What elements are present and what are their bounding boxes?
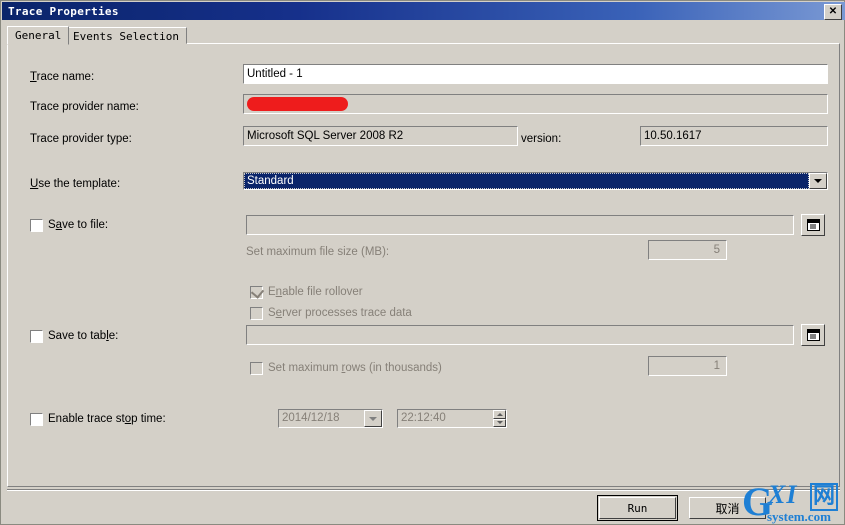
spinner-buttons — [493, 410, 506, 427]
tab-events-selection[interactable]: Events Selection — [65, 27, 187, 44]
save-to-table-input — [246, 325, 794, 345]
window-title: Trace Properties — [8, 4, 119, 18]
version-value: 10.50.1617 — [640, 126, 828, 146]
max-file-size-label: Set maximum file size (MB): — [246, 246, 390, 258]
footer-separator — [7, 489, 840, 491]
server-processes-trace-data-checkbox: Server processes trace data — [250, 306, 412, 320]
trace-provider-name-label: Trace provider name: — [30, 101, 139, 113]
folder-icon — [806, 329, 820, 341]
folder-icon — [806, 219, 820, 231]
enable-trace-stop-time-checkbox[interactable]: Enable trace stop time: — [30, 412, 166, 426]
template-selected-value: Standard — [244, 173, 809, 189]
enable-file-rollover-checkbox: Enable file rollover — [250, 284, 363, 299]
spinner-down-icon — [493, 418, 506, 427]
trace-name-input[interactable]: Untitled - 1 — [243, 64, 828, 84]
template-combobox[interactable]: Standard — [243, 172, 828, 190]
checkbox-box — [250, 284, 265, 299]
spinner-up-icon — [493, 410, 506, 419]
trace-name-label: Trace name: — [30, 71, 95, 83]
stop-date-picker: 2014/12/18 — [278, 409, 383, 428]
general-tab-panel: Trace name: Untitled - 1 Trace provider … — [7, 43, 840, 487]
stop-date-value: 2014/12/18 — [279, 410, 364, 427]
max-file-size-input: 5 — [648, 240, 727, 260]
trace-provider-type-input: Microsoft SQL Server 2008 R2 — [243, 126, 518, 146]
calendar-chevron-down-icon — [364, 410, 382, 427]
checkbox-box[interactable] — [30, 412, 43, 426]
watermark-subtitle: system.com — [767, 509, 831, 524]
stop-time-spinner: 22:12:40 — [397, 409, 507, 428]
set-maximum-rows-label: Set maximum rows (in thousands) — [268, 362, 442, 374]
title-bar-buttons: ✕ — [824, 4, 842, 20]
browse-file-button[interactable] — [801, 214, 825, 236]
max-rows-input: 1 — [648, 356, 727, 376]
title-bar: Trace Properties ✕ — [2, 2, 845, 20]
template-label: Use the template: — [30, 178, 121, 190]
enable-file-rollover-label: Enable file rollover — [268, 286, 363, 298]
enable-trace-stop-time-label: Enable trace stop time: — [48, 413, 166, 425]
checkbox-box — [250, 361, 263, 375]
watermark-cn: 网 — [810, 483, 839, 511]
save-to-file-checkbox[interactable]: Save to file: — [30, 218, 108, 232]
set-maximum-rows-checkbox: Set maximum rows (in thousands) — [250, 361, 442, 375]
save-to-file-label: Save to file: — [48, 219, 109, 231]
save-to-file-path-input — [246, 215, 794, 235]
save-to-table-checkbox[interactable]: Save to table: — [30, 329, 118, 343]
browse-table-button[interactable] — [801, 324, 825, 346]
server-processes-trace-data-label: Server processes trace data — [268, 307, 412, 319]
trace-provider-type-label: Trace provider type: — [30, 133, 132, 145]
version-label: version: — [521, 133, 562, 145]
tab-strip: General Events Selection — [7, 26, 840, 45]
trace-properties-dialog: Trace Properties ✕ General Events Select… — [0, 0, 845, 525]
redaction-overlay — [247, 97, 348, 111]
tab-general[interactable]: General — [7, 26, 70, 45]
stop-time-value: 22:12:40 — [398, 410, 493, 427]
chevron-down-icon[interactable] — [809, 173, 827, 189]
checkbox-box — [250, 306, 263, 320]
run-button[interactable]: Run — [597, 495, 678, 521]
close-icon[interactable]: ✕ — [824, 4, 842, 20]
checkbox-box[interactable] — [30, 329, 43, 343]
checkbox-box[interactable] — [30, 218, 43, 232]
save-to-table-label: Save to table: — [48, 330, 119, 342]
cancel-button[interactable]: 取消 — [689, 497, 766, 519]
